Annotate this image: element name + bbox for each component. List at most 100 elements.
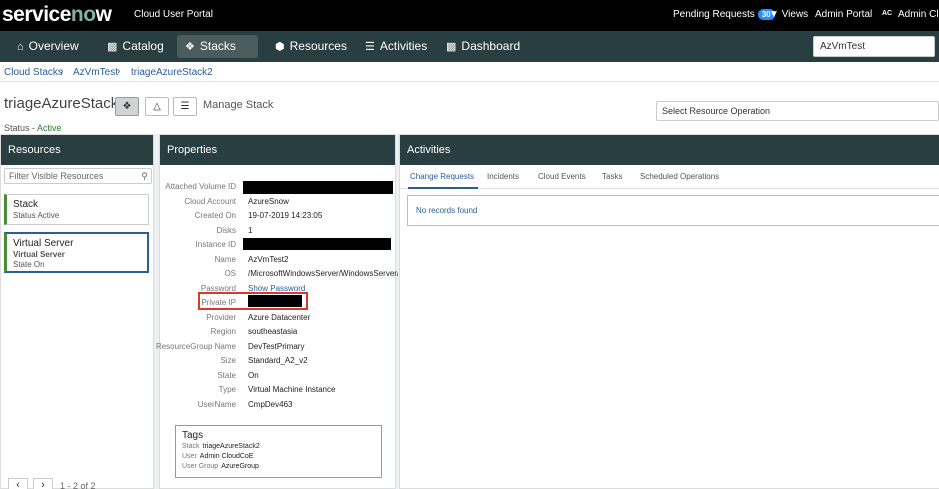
property-label: Cloud Account [184, 196, 236, 206]
nav-label: Resources [289, 39, 347, 53]
pending-requests-link[interactable]: Pending Requests 30 [673, 9, 775, 20]
property-label: Attached Volume ID [165, 182, 236, 191]
chevron-left-icon: ‹ [16, 479, 20, 489]
status-value: Active [37, 123, 62, 133]
property-row: Provider Azure Datacenter [160, 311, 396, 325]
filter-resources-input[interactable]: Filter Visible Resources ⚲ [4, 168, 152, 184]
filter-icon: ▼ [769, 9, 779, 20]
tag-entry: User Admin CloudCoE [182, 453, 254, 460]
active-tab-indicator [408, 187, 478, 189]
property-row: Cloud Account AzureSnow [160, 195, 396, 209]
resources-panel: Resources Filter Visible Resources ⚲ Stac… [0, 134, 154, 489]
top-header: servicenow Cloud User Portal Pending Req… [0, 0, 939, 31]
activities-panel: Activities Change Requests Incidents Clo… [399, 134, 939, 489]
manage-stack-link[interactable]: Manage Stack [203, 99, 273, 111]
home-icon: ⌂ [17, 41, 24, 53]
property-label: Instance ID [195, 240, 236, 249]
stack-header: triageAzureStack2 ❖ △ ☰ Manage Stack Sta… [0, 82, 939, 134]
redaction-block [243, 181, 393, 194]
tab-scheduled-operations[interactable]: Scheduled Operations [640, 172, 719, 181]
next-page-button[interactable]: › [33, 478, 53, 489]
property-row: State On [160, 369, 396, 383]
chevron-right-icon: › [60, 66, 64, 77]
property-row: Region southeastasia [160, 325, 396, 339]
user-name-menu[interactable]: Admin Cloud [898, 9, 939, 20]
property-row: Type Virtual Machine Instance [160, 383, 396, 397]
property-value: Azure Datacenter [248, 312, 311, 322]
activities-tabs: Change Requests Incidents Cloud Events T… [400, 165, 939, 189]
breadcrumb-cloud-stacks[interactable]: Cloud Stacks [4, 67, 63, 78]
admin-portal-link[interactable]: Admin Portal [815, 9, 872, 20]
stack-status: Status - Active [4, 123, 62, 133]
property-row: ResourceGroup Name DevTestPrimary [156, 340, 396, 354]
property-row: Created On 19-07-2019 14:23:05 [160, 209, 396, 223]
pending-requests-label: Pending Requests [673, 9, 755, 20]
portal-title: Cloud User Portal [134, 9, 213, 20]
user-initials-avatar[interactable]: AC [882, 10, 892, 17]
stack-view-button[interactable]: ❖ [115, 97, 139, 116]
tags-title: Tags [182, 430, 204, 441]
property-label: Provider [206, 312, 236, 322]
main-navbar: ⌂ Overview ▩ Catalog ❖ Stacks ⬢ Resources ☰ A… [0, 31, 939, 62]
filter-placeholder: Filter Visible Resources [9, 171, 104, 181]
list-view-button[interactable]: ☰ [173, 97, 197, 116]
property-label: Size [220, 356, 236, 365]
topology-view-button[interactable]: △ [145, 97, 169, 116]
resources-panel-header: Resources [1, 135, 153, 165]
nav-dashboard[interactable]: ▩ Dashboard [438, 35, 528, 58]
property-label: ResourceGroup Name [155, 341, 236, 351]
tag-entry: User Group AzureGroup [182, 463, 259, 470]
property-label: Created On [194, 211, 236, 220]
resource-type: Virtual Server [13, 250, 65, 259]
resource-card-virtual-server[interactable]: Virtual Server Virtual Server State On [4, 232, 149, 273]
property-value: /MicrosoftWindowsServer/WindowsServer/2 [248, 269, 398, 278]
tab-tasks[interactable]: Tasks [602, 172, 622, 181]
nav-catalog[interactable]: ▩ Catalog [99, 35, 172, 58]
property-value: Virtual Machine Instance [248, 385, 336, 394]
property-label: State [217, 370, 236, 380]
property-value: Standard_A2_v2 [248, 356, 308, 365]
servicenow-logo[interactable]: servicenow [2, 4, 112, 26]
tab-cloud-events[interactable]: Cloud Events [538, 172, 586, 181]
search-icon: ⚲ [141, 171, 148, 181]
chevron-right-icon: › [41, 479, 45, 489]
nav-overview[interactable]: ⌂ Overview [9, 35, 87, 58]
breadcrumb-current-stack[interactable]: triageAzureStack2 [131, 67, 213, 78]
property-value: southeastasia [248, 327, 298, 336]
property-row: Disks 1 [160, 224, 396, 238]
breadcrumb-azvmtest[interactable]: AzVmTest [73, 67, 118, 78]
tab-incidents[interactable]: Incidents [487, 172, 519, 181]
breadcrumb: Cloud Stacks › AzVmTest › triageAzureSta… [0, 62, 939, 82]
briefcase-icon: ▩ [107, 41, 118, 53]
cube-icon: ⬢ [275, 41, 285, 53]
prev-page-button[interactable]: ‹ [8, 478, 28, 489]
resource-operation-select[interactable]: Select Resource Operation [656, 101, 939, 121]
tab-change-requests[interactable]: Change Requests [410, 172, 474, 181]
resource-name: Stack [13, 199, 39, 210]
private-ip-highlight [198, 292, 308, 310]
bar-chart-icon: ▩ [446, 41, 457, 53]
nav-label: Activities [379, 39, 428, 53]
resource-state: Status Active [13, 211, 60, 220]
sitemap-icon: △ [153, 101, 161, 112]
resource-state: State On [13, 260, 45, 269]
list-icon: ☰ [365, 41, 375, 53]
activities-panel-header: Activities [400, 135, 939, 165]
chevron-right-icon: › [117, 66, 121, 77]
views-menu[interactable]: ▼ Views [769, 9, 808, 20]
resource-name: Virtual Server [13, 238, 74, 249]
views-label: Views [781, 9, 809, 20]
nav-stacks[interactable]: ❖ Stacks [177, 35, 258, 58]
nav-label: Dashboard [461, 39, 521, 53]
nav-resources[interactable]: ⬢ Resources [267, 35, 355, 58]
global-search-input[interactable] [813, 36, 935, 57]
property-label: OS [224, 269, 236, 278]
nav-activities[interactable]: ☰ Activities [357, 35, 435, 58]
property-value: 1 [248, 225, 253, 235]
nav-label: Catalog [122, 39, 164, 53]
property-row: Name AzVmTest2 [160, 253, 396, 267]
property-row: UserName CmpDev463 [160, 398, 396, 412]
resource-card-stack[interactable]: Stack Status Active [4, 194, 149, 225]
tags-box: Tags Stack triageAzureStack2 User Admin Cl… [175, 425, 382, 478]
nav-label: Overview [28, 39, 79, 53]
